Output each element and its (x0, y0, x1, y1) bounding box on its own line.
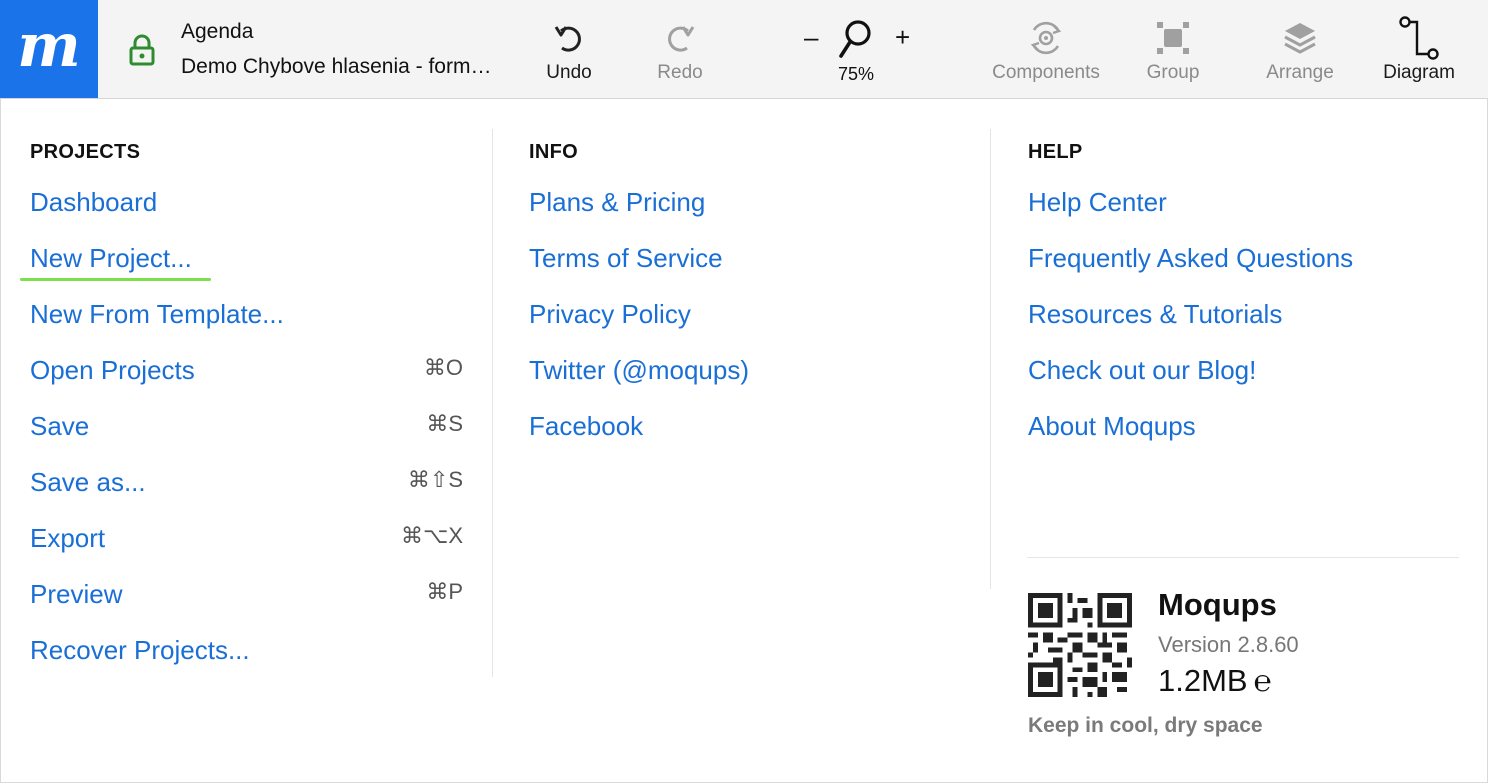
menu-item-terms-of-service[interactable]: Terms of Service (529, 242, 723, 274)
info-heading: INFO (529, 141, 578, 163)
menu-item-faq[interactable]: Frequently Asked Questions (1028, 242, 1353, 274)
moqups-logo[interactable]: m (0, 0, 98, 98)
shortcut-save-as: ⌘⇧S (407, 467, 463, 492)
diagram-icon (1399, 16, 1439, 60)
projects-heading: PROJECTS (30, 141, 141, 163)
shortcut-preview: ⌘P (426, 579, 463, 604)
group-icon (1157, 22, 1189, 54)
group-button[interactable]: Group (1138, 0, 1208, 98)
estimated-sign-icon: ℮ (1253, 664, 1272, 699)
document-subtitle[interactable]: Demo Chybove hlasenia - formular (181, 55, 503, 79)
column-divider (492, 129, 493, 677)
about-tagline: Keep in cool, dry space (1028, 714, 1263, 737)
menu-item-preview[interactable]: Preview (30, 578, 122, 610)
diagram-label: Diagram (1383, 62, 1455, 83)
zoom-magnifier-icon[interactable] (838, 18, 874, 60)
lock-icon[interactable] (128, 34, 156, 66)
help-heading: HELP (1028, 141, 1083, 163)
zoom-out-button[interactable]: – (804, 22, 818, 53)
arrange-button[interactable]: Arrange (1257, 0, 1343, 98)
undo-button[interactable]: Undo (533, 0, 605, 98)
diagram-button[interactable]: Diagram (1376, 0, 1462, 98)
menu-item-privacy-policy[interactable]: Privacy Policy (529, 298, 691, 330)
menu-item-recover-projects[interactable]: Recover Projects... (30, 634, 250, 666)
menu-item-open-projects[interactable]: Open Projects (30, 354, 195, 386)
menu-item-help-center[interactable]: Help Center (1028, 186, 1167, 218)
menu-item-plans-pricing[interactable]: Plans & Pricing (529, 186, 705, 218)
menu-item-dashboard[interactable]: Dashboard (30, 186, 157, 218)
components-icon (1030, 21, 1062, 55)
logo-letter: m (17, 11, 81, 81)
about-size: 1.2MB ℮ (1158, 663, 1272, 699)
zoom-in-button[interactable]: + (895, 22, 910, 53)
about-brand-name: Moqups (1158, 587, 1277, 622)
qr-code-icon (1028, 593, 1132, 697)
group-label: Group (1146, 62, 1200, 83)
main-menu-panel: PROJECTS Dashboard New Project... New Fr… (0, 99, 1488, 783)
top-toolbar: m Agenda Demo Chybove hlasenia - formula… (0, 0, 1488, 99)
layers-icon (1284, 23, 1316, 54)
document-title[interactable]: Agenda (181, 20, 253, 44)
menu-item-blog[interactable]: Check out our Blog! (1028, 354, 1256, 386)
menu-item-new-project[interactable]: New Project... (30, 242, 192, 274)
redo-label: Redo (657, 62, 703, 83)
menu-item-resources-tutorials[interactable]: Resources & Tutorials (1028, 298, 1282, 330)
menu-item-about-moqups[interactable]: About Moqups (1028, 410, 1196, 442)
zoom-level[interactable]: 75% (838, 64, 874, 85)
menu-item-twitter[interactable]: Twitter (@moqups) (529, 354, 749, 386)
components-label: Components (992, 62, 1100, 83)
about-size-value: 1.2MB (1158, 663, 1248, 698)
menu-item-save-as[interactable]: Save as... (30, 466, 146, 498)
arrange-label: Arrange (1266, 62, 1334, 83)
column-divider (990, 129, 991, 589)
active-item-underline (20, 278, 211, 281)
redo-button[interactable]: Redo (644, 0, 716, 98)
components-button[interactable]: Components (982, 0, 1110, 98)
redo-icon (668, 26, 695, 52)
about-version: Version 2.8.60 (1158, 632, 1299, 657)
undo-label: Undo (546, 62, 592, 83)
shortcut-export: ⌘⌥X (400, 523, 463, 548)
about-divider (1027, 557, 1459, 558)
shortcut-save: ⌘S (426, 411, 463, 436)
menu-item-new-from-template[interactable]: New From Template... (30, 298, 284, 330)
menu-item-facebook[interactable]: Facebook (529, 410, 643, 442)
menu-item-save[interactable]: Save (30, 410, 89, 442)
menu-item-export[interactable]: Export (30, 522, 105, 554)
undo-icon (554, 26, 581, 52)
shortcut-open-projects: ⌘O (423, 355, 463, 380)
